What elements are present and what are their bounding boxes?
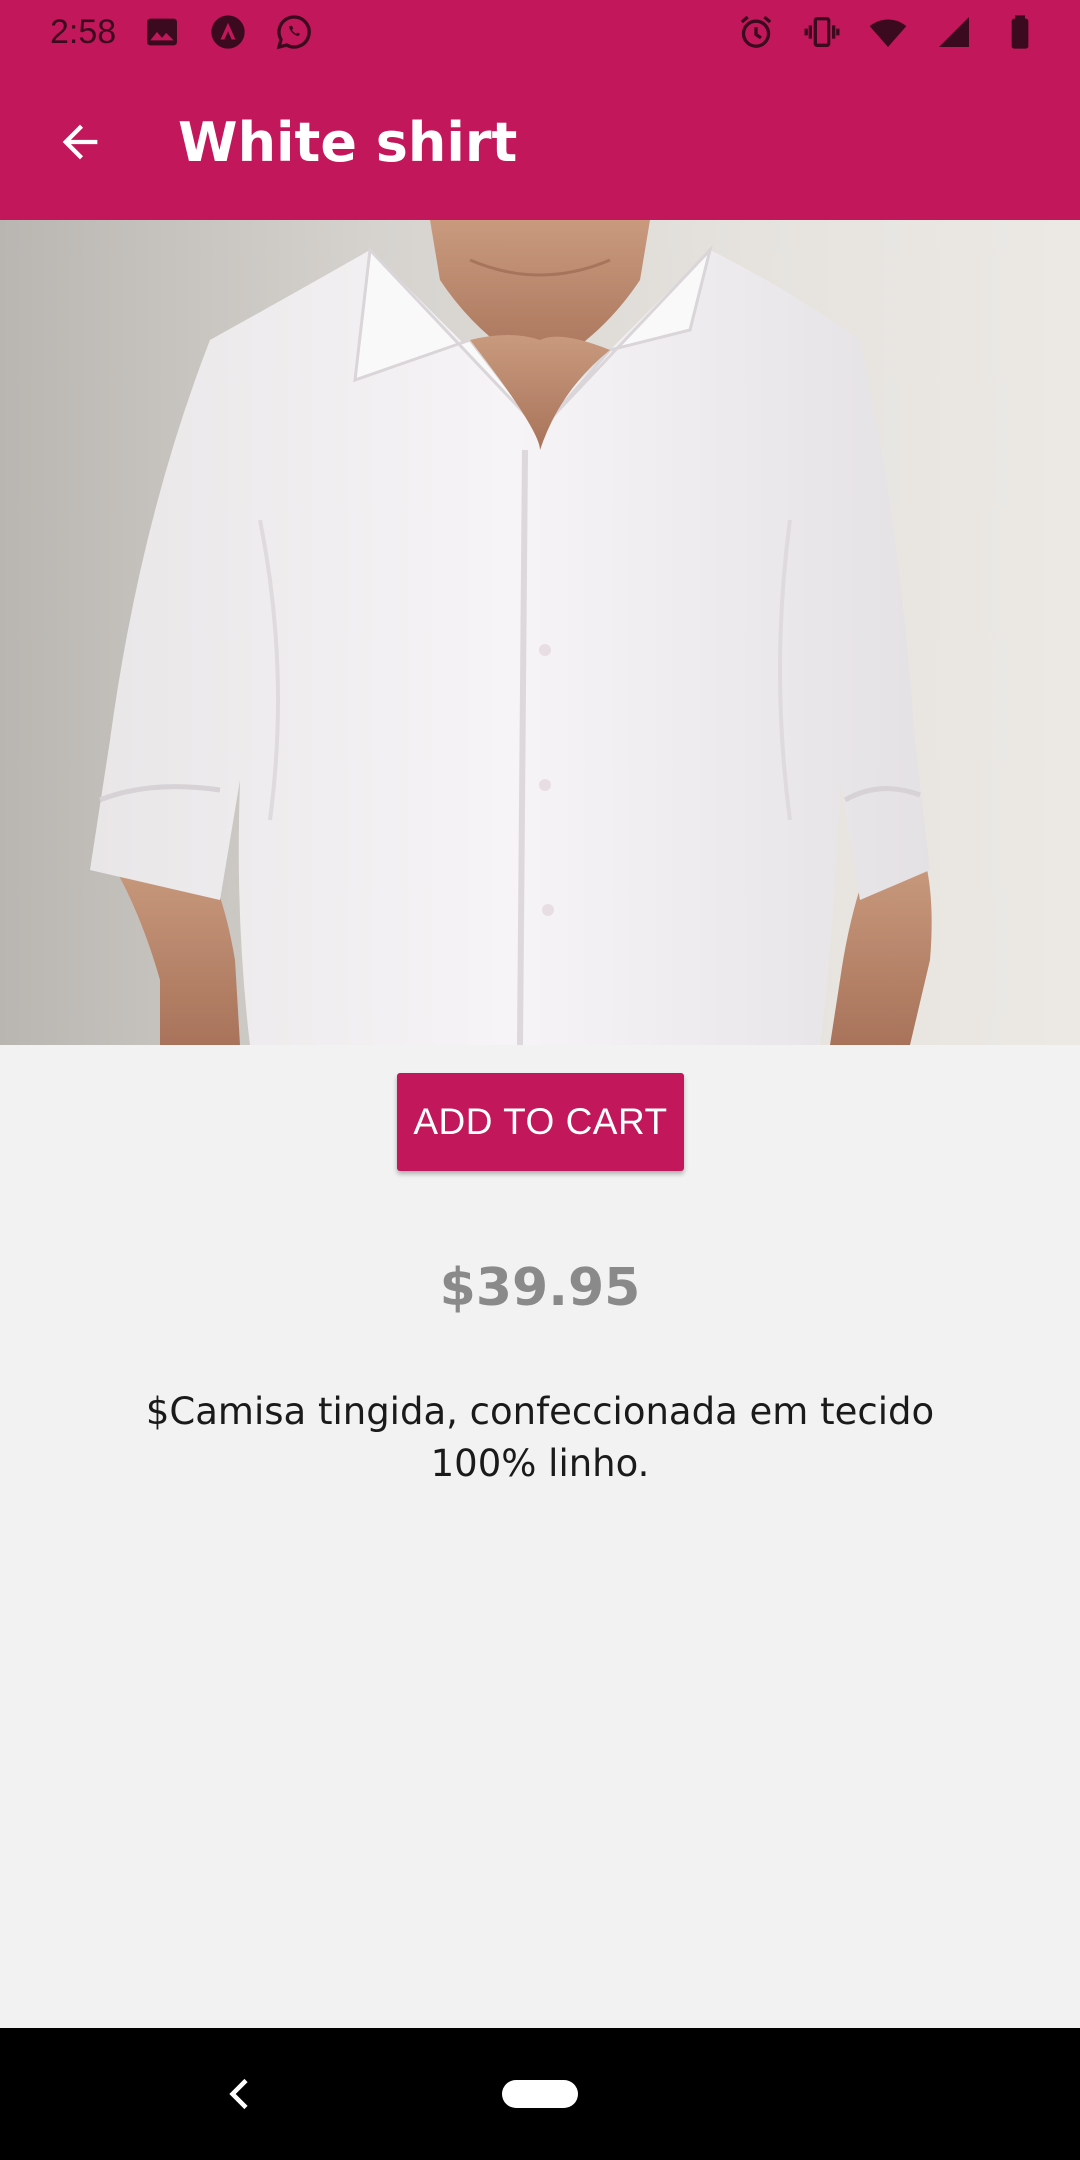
alarm-icon [736,12,776,52]
home-pill-icon[interactable] [502,2080,578,2108]
battery-icon [1000,12,1040,52]
vibrate-icon [802,12,842,52]
app-notification-icon [208,12,248,52]
white-shirt-photo [90,220,932,1045]
status-bar: 2:58 [0,0,1080,64]
wifi-icon [868,12,908,52]
status-right [736,12,1040,52]
back-button[interactable] [20,82,140,202]
status-time: 2:58 [50,12,117,51]
nav-back-icon [229,2078,248,2110]
arrow-back-icon [62,124,98,160]
page-title: White shirt [178,110,518,174]
add-to-cart-button[interactable]: ADD TO CART [397,1073,684,1171]
product-description: $Camisa tingida, confeccionada em tecido… [145,1390,935,1485]
status-left: 2:58 [50,12,314,52]
system-nav-bar [0,2028,1080,2160]
signal-icon [934,12,974,52]
app-bar: White shirt [0,64,1080,220]
product-image [0,220,1080,1045]
image-icon [142,12,182,52]
product-price: $39.95 [439,1258,641,1318]
whatsapp-icon [274,12,314,52]
nav-back-button[interactable] [210,2062,270,2126]
